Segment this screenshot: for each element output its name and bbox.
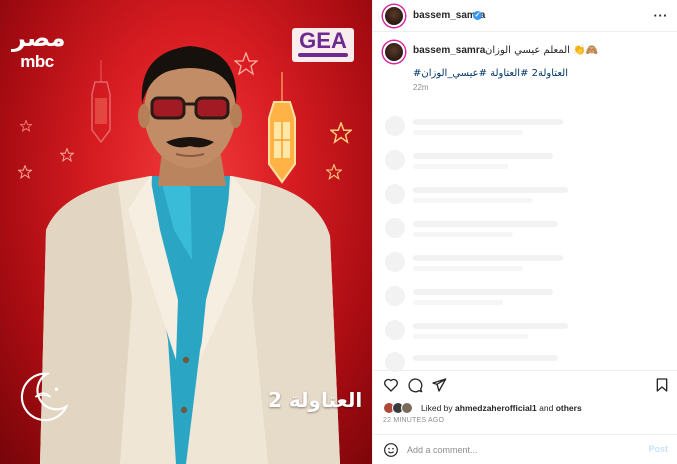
caption-avatar[interactable] [383, 41, 405, 63]
skeleton-avatar [385, 252, 405, 272]
skeleton-avatar [385, 218, 405, 238]
post-header: bassem_samra ✓ ··· [373, 0, 677, 32]
comment-input[interactable] [407, 443, 627, 457]
comment-skeleton [385, 116, 585, 142]
comment-skeleton [385, 320, 585, 346]
skeleton-line [413, 232, 513, 237]
show-title: العتاولة 2 [268, 388, 363, 412]
skeleton-line [413, 255, 563, 261]
skeleton-line [413, 300, 503, 305]
heart-icon[interactable] [383, 377, 399, 393]
caption-text: المعلم عيسي الوزان 👏🙈 [485, 45, 599, 56]
post-panel: bassem_samra ✓ ··· bassem_samra المعلم ع… [372, 0, 677, 464]
skeleton-line [413, 289, 553, 295]
skeleton-avatar [385, 320, 405, 340]
share-icon[interactable] [431, 377, 447, 393]
comment-skeleton [385, 218, 585, 244]
avatar[interactable] [383, 5, 405, 27]
skeleton-avatar [385, 352, 405, 372]
skeleton-line [413, 187, 568, 193]
skeleton-avatar [385, 150, 405, 170]
skeleton-line [413, 355, 558, 361]
caption-time: 22m [413, 83, 429, 92]
liked-by-and: and [539, 403, 554, 413]
liked-by-user[interactable]: ahmedzaherofficial1 [455, 403, 537, 413]
more-options-icon[interactable]: ··· [654, 8, 669, 23]
comment-icon[interactable] [407, 377, 423, 393]
skeleton-line [413, 153, 553, 159]
skeleton-line [413, 323, 568, 329]
liked-by-text: Liked by ahmedzaherofficial1 and others [421, 403, 582, 413]
skeleton-line [413, 130, 523, 135]
comment-bar: Post [373, 434, 677, 464]
caption-username[interactable]: bassem_samra [413, 45, 485, 56]
comment-skeleton [385, 252, 585, 278]
action-bar [373, 370, 677, 396]
likes-row[interactable]: Liked by ahmedzaherofficial1 and others [383, 401, 673, 415]
liker-avatars [383, 401, 419, 415]
liked-by-others[interactable]: others [556, 403, 582, 413]
comment-skeleton [385, 150, 585, 176]
skeleton-line [413, 266, 523, 271]
skeleton-avatar [385, 184, 405, 204]
skeleton-avatar [385, 286, 405, 306]
channel-logo-latin: mbc [20, 52, 54, 71]
post-comment-button[interactable]: Post [648, 444, 668, 454]
post-timestamp[interactable]: 22 MINUTES AGO [383, 417, 444, 424]
post-image[interactable]: مصر mbc GEA العتاولة 2 [0, 0, 372, 464]
comment-skeleton [385, 184, 585, 210]
channel-logo-arabic: مصر [12, 24, 66, 52]
bookmark-icon[interactable] [654, 377, 670, 393]
sponsor-logo-bar [298, 53, 348, 57]
sponsor-logo-text: GEA [299, 28, 347, 53]
skeleton-line [413, 221, 558, 227]
skeleton-line [413, 164, 508, 169]
mbc-masr-logo: مصر mbc [12, 24, 66, 78]
skeleton-line [413, 334, 528, 339]
skeleton-line [413, 119, 563, 125]
liked-by-prefix: Liked by [421, 403, 453, 413]
avatar [401, 402, 413, 414]
verified-badge-icon: ✓ [473, 11, 482, 20]
skeleton-avatar [385, 116, 405, 136]
sponsor-logo: GEA [292, 28, 354, 62]
skeleton-line [413, 198, 533, 203]
caption-hashtags[interactable]: #العتاولة2 #العتاولة #عيسي_الوزان [413, 68, 568, 79]
comment-skeleton [385, 286, 585, 312]
crescent-moon-icon [20, 372, 69, 422]
emoji-icon[interactable] [383, 442, 399, 458]
